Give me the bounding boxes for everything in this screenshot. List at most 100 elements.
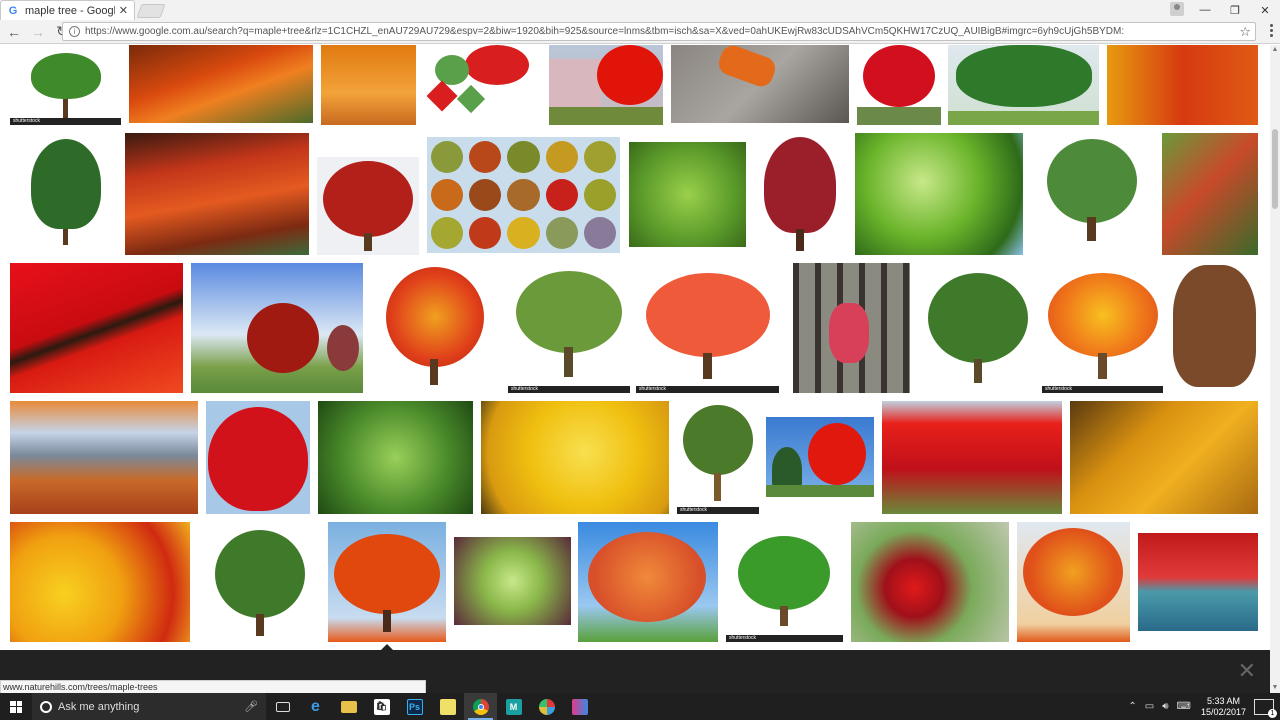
tab-title: maple tree - Google Sea (25, 4, 115, 17)
image-result[interactable] (922, 263, 1034, 393)
image-result[interactable] (578, 522, 718, 642)
image-result[interactable] (380, 263, 490, 393)
photoshop-icon[interactable]: Ps (398, 693, 431, 720)
stock-watermark-label: shutterstock (1045, 386, 1072, 392)
stock-watermark-label: shutterstock (639, 386, 666, 392)
image-result[interactable] (857, 45, 941, 125)
tab-close-icon[interactable]: ✕ (119, 4, 128, 17)
image-result[interactable] (427, 137, 620, 253)
profile-icon[interactable] (1170, 2, 1184, 16)
image-result[interactable] (321, 45, 416, 125)
store-icon[interactable]: 🛍︎ (365, 693, 398, 720)
image-result[interactable] (671, 45, 849, 123)
image-result[interactable] (1037, 135, 1148, 255)
image-result[interactable]: shutterstock (1042, 263, 1163, 393)
status-bar-link: www.naturehills.com/trees/maple-trees (0, 680, 426, 694)
edge-browser-icon[interactable]: e (299, 693, 332, 720)
image-result[interactable] (1162, 133, 1258, 255)
taskbar-clock[interactable]: 5:33 AM 15/02/2017 (1201, 696, 1246, 718)
page-scrollbar[interactable]: ▲ ▼ (1270, 45, 1280, 693)
clock-date: 15/02/2017 (1200, 706, 1246, 717)
minimize-icon[interactable]: — (1190, 0, 1220, 20)
search-placeholder: Ask me anything (58, 700, 140, 713)
image-result[interactable] (1171, 263, 1258, 393)
image-result[interactable] (855, 133, 1023, 255)
microphone-icon[interactable]: 🎤︎ (244, 700, 258, 713)
bookmark-star-icon[interactable]: ☆ (1239, 24, 1251, 40)
chrome-menu-icon[interactable] (1270, 24, 1274, 38)
browser-title-bar: G maple tree - Google Sea ✕ — ❐ ✕ (0, 0, 1280, 20)
show-hidden-icons-icon[interactable]: ⌃ (1128, 701, 1136, 712)
image-result[interactable]: shutterstock (508, 265, 630, 393)
action-center-icon[interactable]: 1 (1254, 698, 1277, 718)
image-result[interactable] (1017, 522, 1130, 642)
image-result[interactable] (191, 263, 363, 393)
preview-close-icon[interactable]: ✕ (1238, 660, 1256, 682)
sticky-notes-icon[interactable] (431, 693, 464, 720)
image-result[interactable] (1070, 401, 1258, 514)
image-result[interactable] (129, 45, 313, 123)
image-result[interactable] (10, 401, 198, 514)
image-result[interactable] (629, 142, 746, 247)
image-result[interactable] (549, 45, 663, 125)
image-result[interactable] (328, 522, 446, 642)
new-tab-button[interactable] (136, 4, 166, 18)
file-explorer-icon[interactable] (332, 693, 365, 720)
image-result[interactable]: shutterstock (677, 401, 759, 514)
forward-button[interactable]: → (28, 22, 48, 42)
image-result[interactable] (10, 263, 183, 393)
image-result[interactable] (125, 133, 309, 255)
image-result[interactable] (206, 401, 310, 514)
google-favicon-icon: G (8, 4, 18, 17)
image-result[interactable]: shutterstock (636, 263, 779, 393)
maximize-icon[interactable]: ❐ (1220, 0, 1250, 20)
chrome-icon[interactable] (464, 693, 497, 720)
language-icon[interactable]: ⌨︎ (1177, 701, 1191, 712)
scroll-up-icon[interactable]: ▲ (1270, 45, 1280, 55)
image-result[interactable] (793, 263, 910, 393)
image-result[interactable] (766, 417, 874, 497)
image-result[interactable] (317, 157, 419, 255)
camera-app-icon[interactable] (563, 693, 596, 720)
task-view-icon[interactable] (266, 693, 299, 720)
image-result[interactable] (427, 45, 537, 123)
image-result[interactable] (205, 522, 315, 642)
cortana-search-box[interactable]: Ask me anything 🎤︎ (32, 693, 266, 720)
maps-app-icon[interactable]: M (497, 693, 530, 720)
image-result[interactable] (754, 133, 847, 255)
image-result[interactable]: shutterstock (726, 522, 843, 642)
clock-time: 5:33 AM (1206, 695, 1240, 706)
close-window-icon[interactable]: ✕ (1250, 0, 1280, 20)
notification-count: 1 (1268, 708, 1277, 718)
image-result[interactable] (882, 401, 1062, 514)
stock-watermark-label: shutterstock (511, 386, 538, 392)
info-icon[interactable]: i (69, 26, 80, 37)
image-result[interactable] (851, 522, 1009, 642)
image-result[interactable] (318, 401, 473, 514)
browser-tab[interactable]: G maple tree - Google Sea ✕ (0, 0, 135, 20)
image-result[interactable] (1107, 45, 1258, 125)
address-bar[interactable]: i https://www.google.com.au/search?q=map… (62, 22, 1256, 41)
cortana-icon (40, 700, 52, 713)
back-button[interactable]: ← (4, 22, 24, 42)
url-text: https://www.google.com.au/search?q=maple… (85, 26, 1125, 37)
scrollbar-thumb[interactable] (1272, 129, 1278, 209)
image-result[interactable] (454, 537, 571, 625)
stock-watermark-label: shutterstock (13, 118, 40, 124)
start-button[interactable] (0, 693, 32, 720)
stock-watermark-label: shutterstock (729, 635, 756, 641)
system-tray: ⌃ ▭ 🔊︎ ⌨︎ 5:33 AM 15/02/2017 1 (1124, 693, 1280, 720)
network-icon[interactable]: ▭ (1145, 701, 1154, 712)
paint-app-icon[interactable] (530, 693, 563, 720)
image-result[interactable] (10, 133, 121, 255)
image-result[interactable] (948, 45, 1099, 125)
windows-logo-icon (10, 700, 22, 713)
image-result[interactable]: shutterstock (10, 45, 121, 125)
image-results-grid: shutterstock shutterstock shutterstock s… (0, 45, 1270, 650)
image-result[interactable] (10, 522, 190, 642)
image-result[interactable] (1138, 533, 1258, 631)
volume-icon[interactable]: 🔊︎ (1162, 701, 1168, 712)
image-result[interactable] (481, 401, 669, 514)
browser-toolbar: ← → ↻ i https://www.google.com.au/search… (0, 20, 1280, 44)
scroll-down-icon[interactable]: ▼ (1270, 683, 1280, 693)
